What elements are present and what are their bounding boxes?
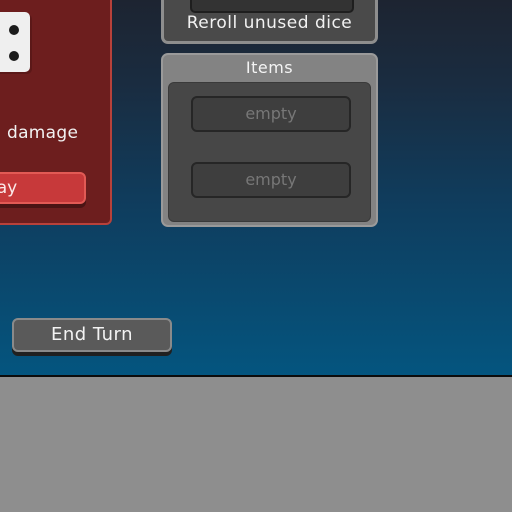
game-board: damage lay Reroll unused dice Items empt… (0, 0, 512, 377)
reroll-panel: Reroll unused dice (161, 0, 378, 44)
items-list: empty empty (168, 82, 371, 222)
items-panel: Items empty empty (161, 53, 378, 227)
item-slot[interactable]: empty (191, 96, 351, 132)
reroll-slot[interactable] (190, 0, 354, 13)
dice-card[interactable]: damage lay (0, 0, 112, 225)
die-pip (9, 25, 19, 35)
play-button[interactable]: lay (0, 172, 86, 204)
card-effect-text: damage (7, 123, 79, 143)
die-icon[interactable] (0, 12, 30, 72)
end-turn-button[interactable]: End Turn (12, 318, 172, 352)
die-pip (9, 51, 19, 61)
item-slot[interactable]: empty (191, 162, 351, 198)
reroll-label: Reroll unused dice (186, 13, 353, 33)
items-title: Items (245, 58, 294, 77)
